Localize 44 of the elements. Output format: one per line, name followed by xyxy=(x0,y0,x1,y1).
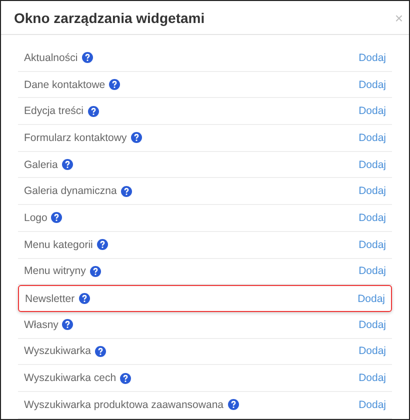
help-icon[interactable] xyxy=(62,319,74,330)
help-icon[interactable] xyxy=(130,132,142,144)
help-icon[interactable] xyxy=(120,186,132,197)
help-icon[interactable] xyxy=(95,346,106,357)
add-link[interactable]: Dodaj xyxy=(358,212,386,224)
add-link[interactable]: Dodaj xyxy=(358,372,386,384)
widget-name: Własny xyxy=(24,318,58,331)
widget-name: Logo xyxy=(24,212,48,224)
widget-name: Aktualności xyxy=(24,52,78,64)
widget-name: Galeria xyxy=(24,158,58,171)
add-link[interactable]: Dodaj xyxy=(358,265,386,278)
help-icon[interactable] xyxy=(228,399,238,410)
help-icon[interactable] xyxy=(96,239,108,250)
widget-name: Formularz kontaktowy xyxy=(24,132,127,144)
close-button[interactable]: × xyxy=(392,10,405,26)
add-link[interactable]: Dodaj xyxy=(358,132,386,144)
add-link[interactable]: Dodaj xyxy=(358,52,386,64)
help-icon[interactable] xyxy=(88,106,99,117)
add-link[interactable]: Dodaj xyxy=(358,78,386,91)
add-link[interactable]: Dodaj xyxy=(358,318,386,331)
help-icon[interactable] xyxy=(62,159,73,170)
add-link[interactable]: Dodaj xyxy=(358,185,386,198)
add-link[interactable]: Dodaj xyxy=(358,158,386,171)
help-icon[interactable] xyxy=(90,266,101,277)
widget-name: Menu kategorii xyxy=(24,238,93,251)
add-link[interactable]: Dodaj xyxy=(358,238,386,251)
help-icon[interactable] xyxy=(82,52,93,64)
add-link[interactable]: Dodaj xyxy=(358,105,386,118)
widget-name: Newsletter xyxy=(25,292,75,305)
widget-name: Dane kontaktowe xyxy=(24,78,106,91)
widget-name: Wyszukiwarka cech xyxy=(24,372,116,384)
help-icon[interactable] xyxy=(109,79,120,90)
widget-name: Menu witryny xyxy=(24,265,86,278)
help-icon[interactable] xyxy=(78,293,90,304)
help-icon[interactable] xyxy=(120,372,132,384)
widget-name: Wyszukiwarka xyxy=(24,345,91,358)
widget-name: Wyszukiwarka produktowa zaawansowana xyxy=(24,398,224,411)
widget-name: Galeria dynamiczna xyxy=(24,185,117,198)
widget-name: Edycja treści xyxy=(24,105,84,118)
add-link[interactable]: Dodaj xyxy=(358,398,386,411)
add-link[interactable]: Dodaj xyxy=(358,292,385,305)
help-icon[interactable] xyxy=(51,212,62,224)
window-title: Okno zarządzania widgetami xyxy=(14,10,205,26)
add-link[interactable]: Dodaj xyxy=(358,345,386,358)
